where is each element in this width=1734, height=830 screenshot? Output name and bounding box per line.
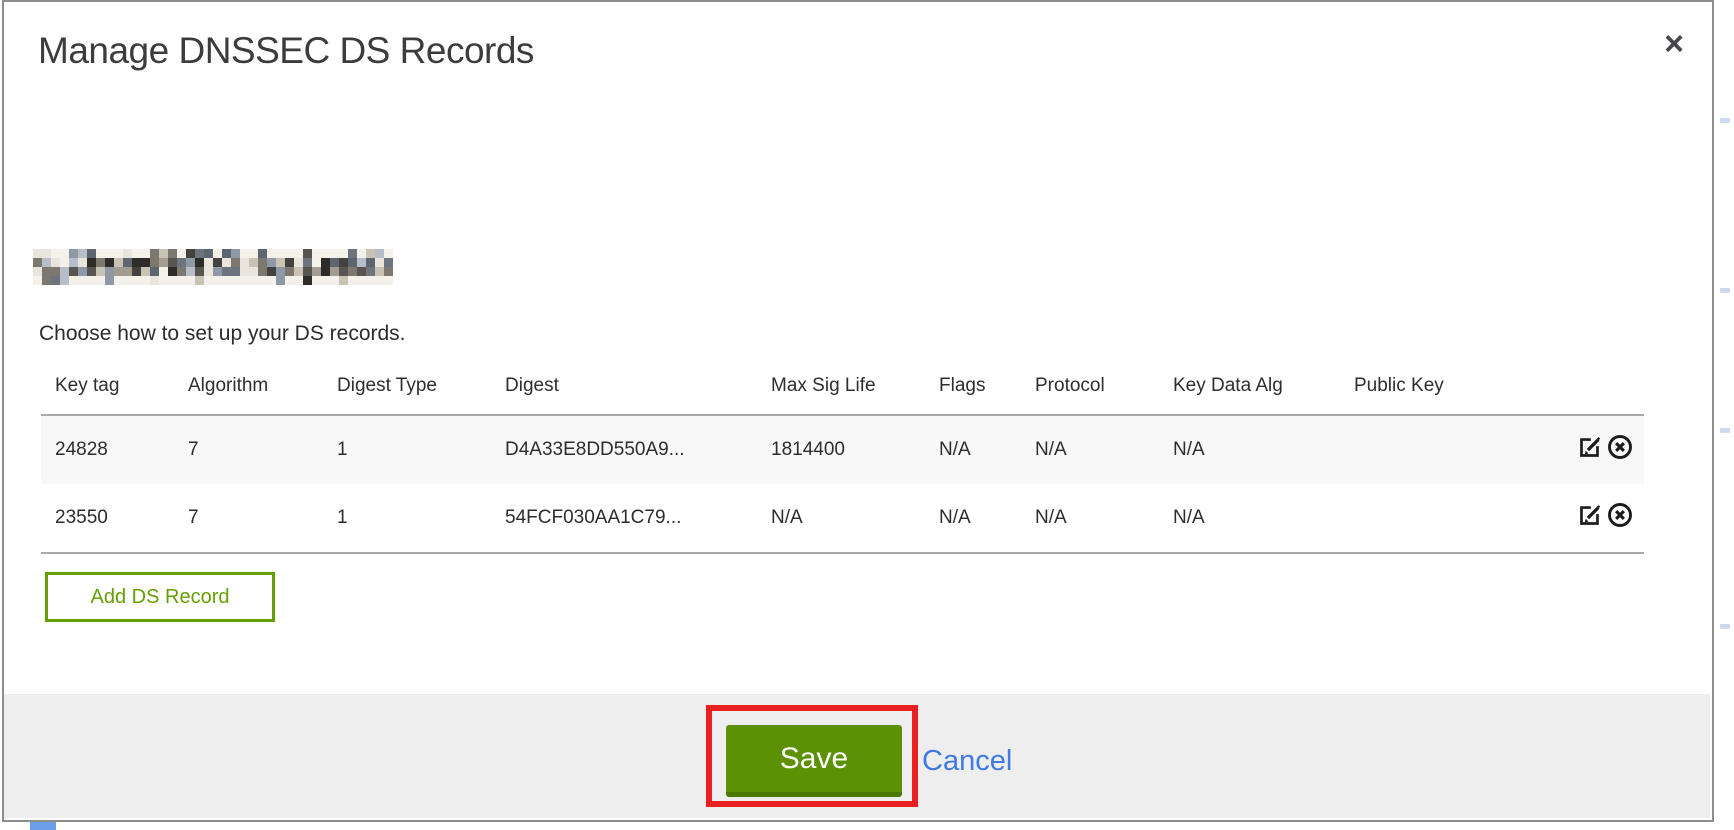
cell-algorithm: 7 — [174, 484, 323, 553]
table-row: 235507154FCF030AA1C79...N/AN/AN/AN/A — [41, 484, 1644, 553]
column-header-public-key: Public Key — [1340, 358, 1504, 415]
background-page-artifact — [1720, 624, 1730, 629]
cell-public-key — [1340, 415, 1504, 484]
dialog-title: Manage DNSSEC DS Records — [38, 30, 534, 72]
cell-digest-type: 1 — [323, 484, 491, 553]
column-header-protocol: Protocol — [1021, 358, 1159, 415]
column-header-algorithm: Algorithm — [174, 358, 323, 415]
save-button[interactable]: Save — [726, 725, 902, 797]
cell-max-sig-life: 1814400 — [757, 415, 925, 484]
cell-algorithm: 7 — [174, 415, 323, 484]
column-header-key-data-alg: Key Data Alg — [1159, 358, 1340, 415]
ds-records-table: Key tagAlgorithmDigest TypeDigestMax Sig… — [41, 358, 1644, 554]
column-header-max-sig-life: Max Sig Life — [757, 358, 925, 415]
background-page-artifact — [1720, 428, 1730, 433]
screenshot-stage: Manage DNSSEC DS Records × Choose how to… — [0, 0, 1734, 830]
cancel-link[interactable]: Cancel — [922, 745, 1012, 778]
cell-digest: D4A33E8DD550A9... — [491, 415, 757, 484]
edit-icon[interactable] — [1576, 433, 1604, 467]
column-header-digest: Digest — [491, 358, 757, 415]
cell-digest: 54FCF030AA1C79... — [491, 484, 757, 553]
background-page-artifact — [1720, 288, 1730, 293]
background-page-artifact — [1720, 118, 1730, 123]
cell-flags: N/A — [925, 415, 1021, 484]
cell-key-data-alg: N/A — [1159, 415, 1340, 484]
cell-max-sig-life: N/A — [757, 484, 925, 553]
cell-digest-type: 1 — [323, 415, 491, 484]
row-actions — [1504, 484, 1644, 553]
cell-key-tag: 24828 — [41, 415, 174, 484]
cell-key-tag: 23550 — [41, 484, 174, 553]
edit-icon[interactable] — [1576, 501, 1604, 535]
table-header-row: Key tagAlgorithmDigest TypeDigestMax Sig… — [41, 358, 1644, 415]
cell-public-key — [1340, 484, 1504, 553]
cell-protocol: N/A — [1021, 415, 1159, 484]
instruction-text: Choose how to set up your DS records. — [39, 322, 406, 346]
delete-icon[interactable] — [1606, 433, 1634, 467]
cell-flags: N/A — [925, 484, 1021, 553]
cell-key-data-alg: N/A — [1159, 484, 1340, 553]
table-row: 2482871D4A33E8DD550A9...1814400N/AN/AN/A — [41, 415, 1644, 484]
row-actions — [1504, 415, 1644, 484]
background-page-artifact — [30, 821, 56, 830]
column-header-flags: Flags — [925, 358, 1021, 415]
column-header-digest-type: Digest Type — [323, 358, 491, 415]
redacted-domain-name — [33, 249, 393, 285]
delete-icon[interactable] — [1606, 501, 1634, 535]
cell-protocol: N/A — [1021, 484, 1159, 553]
close-icon[interactable]: × — [1652, 22, 1696, 66]
add-ds-record-button[interactable]: Add DS Record — [45, 572, 275, 622]
column-header-key-tag: Key tag — [41, 358, 174, 415]
